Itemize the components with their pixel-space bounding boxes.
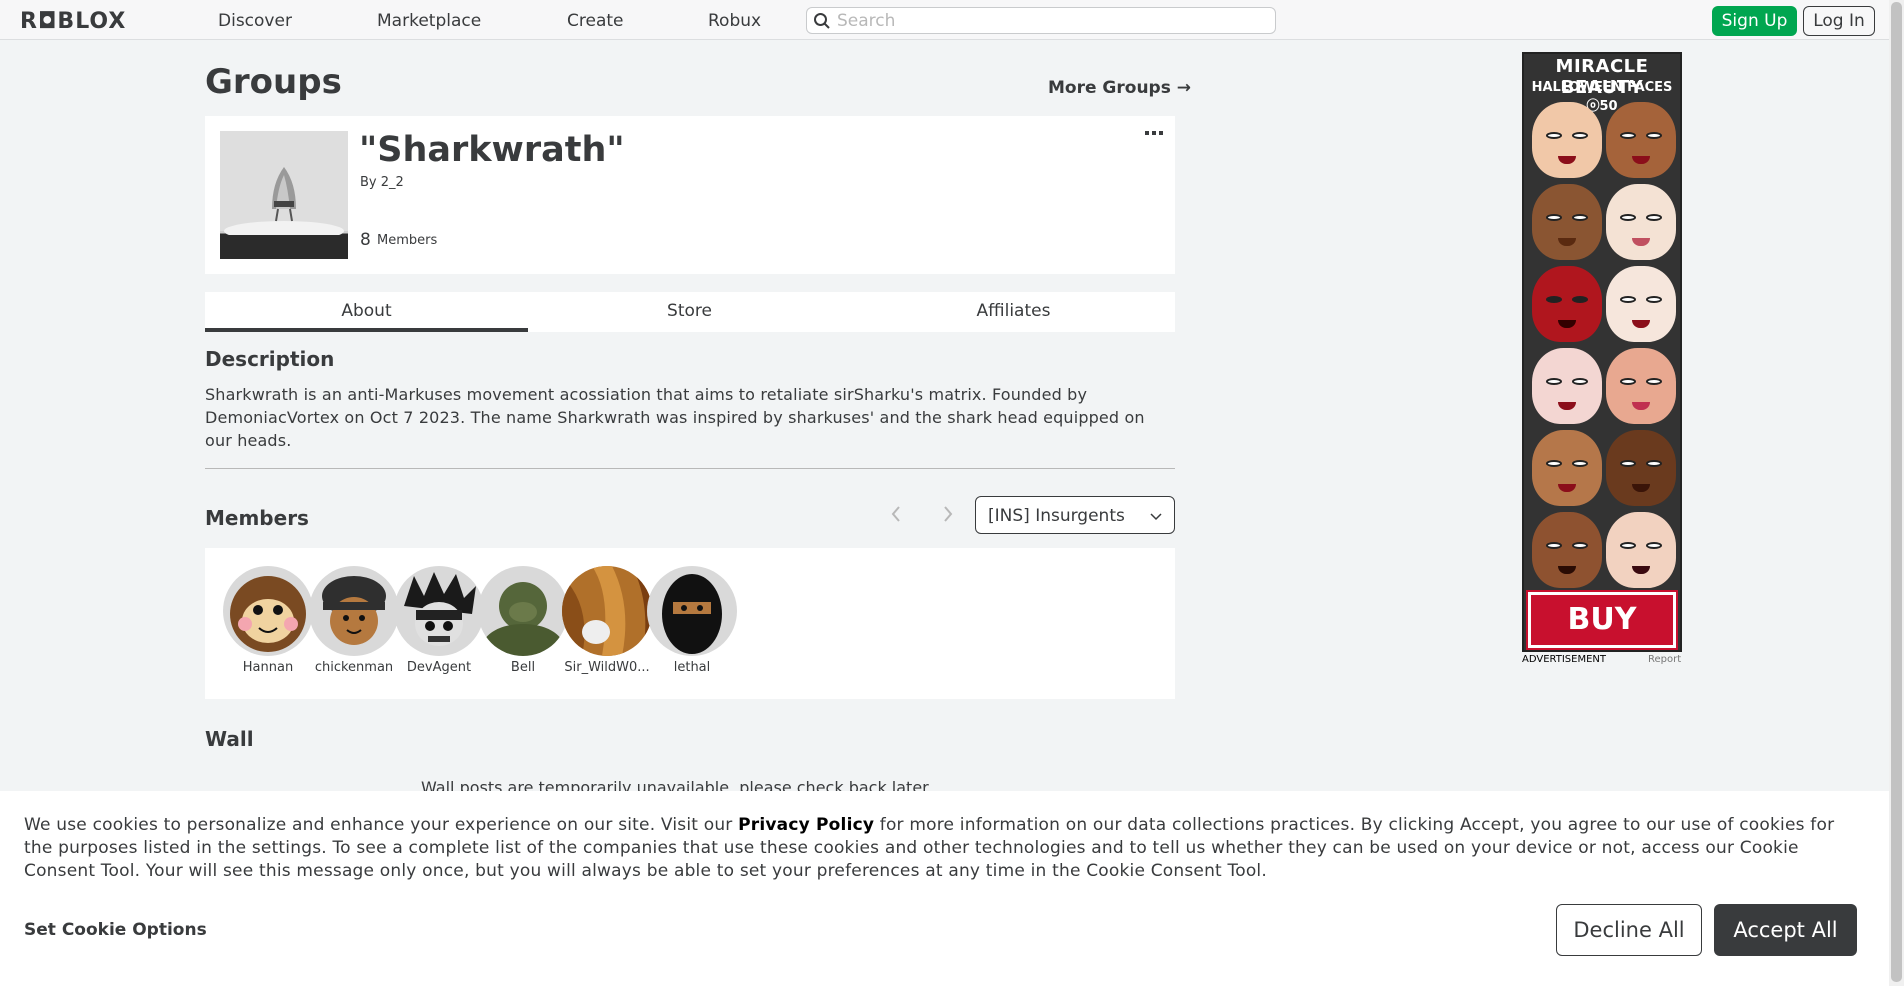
member-name[interactable]: Sir_WildW0... xyxy=(561,660,653,675)
roblox-logo[interactable]: R◘BLOX xyxy=(20,9,126,34)
advertisement-banner[interactable]: MIRACLE BEAUTY HALLOWEEN FACES ⓞ50 BUY N… xyxy=(1522,52,1682,652)
group-name: "Sharkwrath" xyxy=(359,130,625,170)
tab-affiliates[interactable]: Affiliates xyxy=(852,292,1175,332)
decline-all-button[interactable]: Decline All xyxy=(1556,904,1702,956)
avatar[interactable] xyxy=(478,566,568,656)
description-title: Description xyxy=(205,347,335,371)
member-name[interactable]: Bell xyxy=(477,660,569,675)
member-tile[interactable]: Bell xyxy=(477,566,569,675)
nav-create[interactable]: Create xyxy=(567,11,624,31)
avatar[interactable] xyxy=(394,566,484,656)
more-groups-link[interactable]: More Groups → xyxy=(1048,78,1191,98)
ad-face xyxy=(1532,266,1602,342)
search-input[interactable] xyxy=(837,10,1267,31)
description-text: Sharkwrath is an anti-Markuses movement … xyxy=(205,385,1145,450)
more-options-icon[interactable] xyxy=(1145,130,1163,138)
member-tile[interactable]: Sir_WildW0... xyxy=(561,566,653,675)
ad-face xyxy=(1606,430,1676,506)
cookie-message: We use cookies to personalize and enhanc… xyxy=(24,814,1864,883)
nav-marketplace[interactable]: Marketplace xyxy=(377,11,481,31)
rank-selected-value: [INS] Insurgents xyxy=(988,506,1125,526)
ad-label: ADVERTISEMENT xyxy=(1522,654,1607,665)
member-count-label: Members xyxy=(377,233,438,248)
avatar[interactable] xyxy=(223,566,313,656)
cookie-text-before: We use cookies to personalize and enhanc… xyxy=(24,815,739,835)
ad-face xyxy=(1532,348,1602,424)
avatar[interactable] xyxy=(309,566,399,656)
ad-face xyxy=(1606,102,1676,178)
member-tile[interactable]: lethal xyxy=(646,566,738,675)
ad-report-link[interactable]: Report xyxy=(1648,654,1681,665)
chevron-down-icon xyxy=(1150,513,1162,521)
wall-title: Wall xyxy=(205,727,254,751)
sign-up-button[interactable]: Sign Up xyxy=(1712,6,1797,36)
ad-face xyxy=(1606,266,1676,342)
ad-face xyxy=(1606,512,1676,588)
chevron-left-icon[interactable] xyxy=(888,503,904,525)
page-title: Groups xyxy=(205,62,342,102)
log-in-button[interactable]: Log In xyxy=(1803,6,1875,36)
section-divider xyxy=(205,468,1175,469)
cookie-banner: We use cookies to personalize and enhanc… xyxy=(0,791,1889,986)
set-cookie-options-link[interactable]: Set Cookie Options xyxy=(24,920,207,940)
top-nav: R◘BLOX Discover Marketplace Create Robux… xyxy=(0,0,1889,40)
member-tile[interactable]: Hannan xyxy=(222,566,314,675)
tab-about[interactable]: About xyxy=(205,292,528,332)
members-title: Members xyxy=(205,506,309,530)
ad-face xyxy=(1532,102,1602,178)
ad-face xyxy=(1606,184,1676,260)
members-list: Hannan chickenman DevAgent Bell Sir_Wild… xyxy=(205,548,1175,699)
rank-dropdown[interactable]: [INS] Insurgents xyxy=(975,496,1175,534)
page-scrollbar[interactable] xyxy=(1889,0,1904,986)
avatar[interactable] xyxy=(647,566,737,656)
ad-face xyxy=(1532,430,1602,506)
scrollbar-thumb[interactable] xyxy=(1891,2,1902,982)
group-emblem xyxy=(220,131,348,259)
ad-face xyxy=(1606,348,1676,424)
member-name[interactable]: chickenman xyxy=(308,660,400,675)
member-name[interactable]: lethal xyxy=(646,660,738,675)
ad-buy-now-button[interactable]: BUY NOW xyxy=(1526,590,1678,650)
helmet-image xyxy=(220,131,348,259)
nav-robux[interactable]: Robux xyxy=(708,11,761,31)
group-owner[interactable]: By 2_2 xyxy=(360,175,404,190)
chevron-right-icon[interactable] xyxy=(940,503,956,525)
accept-all-button[interactable]: Accept All xyxy=(1714,904,1857,956)
search-box[interactable] xyxy=(806,7,1276,34)
member-count: 8 xyxy=(360,230,371,250)
member-tile[interactable]: chickenman xyxy=(308,566,400,675)
search-icon xyxy=(814,13,830,29)
tab-store[interactable]: Store xyxy=(528,292,851,332)
avatar[interactable] xyxy=(562,566,652,656)
ad-face xyxy=(1532,512,1602,588)
group-header-card: "Sharkwrath" By 2_2 8 Members xyxy=(205,116,1175,274)
group-tabs: About Store Affiliates xyxy=(205,292,1175,332)
member-tile[interactable]: DevAgent xyxy=(393,566,485,675)
member-name[interactable]: Hannan xyxy=(222,660,314,675)
nav-discover[interactable]: Discover xyxy=(218,11,292,31)
member-name[interactable]: DevAgent xyxy=(393,660,485,675)
privacy-policy-link[interactable]: Privacy Policy xyxy=(738,815,874,835)
ad-face xyxy=(1532,184,1602,260)
